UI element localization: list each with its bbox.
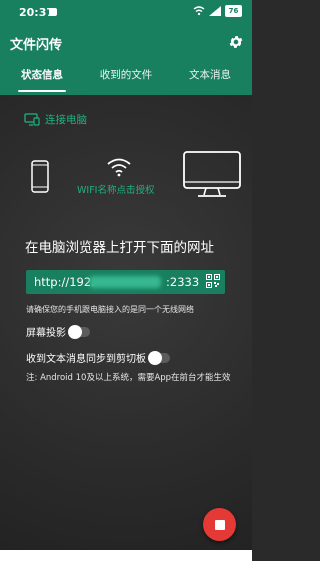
tab-bar: 状态信息 收到的文件 文本消息	[0, 62, 252, 92]
app-header: 20:37 76 文件闪传 状态信息 收到的文件 文本消息	[0, 0, 252, 95]
monitor-icon	[183, 151, 241, 197]
stop-button[interactable]	[203, 508, 236, 541]
wifi-status-icon	[193, 6, 205, 16]
phone-icon	[31, 160, 49, 193]
android-note: 注: Android 10及以上系统，需要App在前台才能生效	[26, 373, 231, 383]
clipboard-sync-toggle[interactable]	[148, 350, 170, 365]
tab-received-files[interactable]: 收到的文件	[84, 62, 168, 92]
url-bar[interactable]: http://192. :2333	[26, 270, 225, 294]
signal-icon	[209, 6, 221, 16]
instruction-headline: 在电脑浏览器上打开下面的网址	[25, 240, 214, 256]
clipboard-sync-label: 收到文本消息同步到剪切板	[26, 354, 146, 365]
url-redacted	[89, 276, 161, 288]
same-network-note: 请确保您的手机跟电脑接入的是同一个无线网络	[26, 305, 194, 314]
status-bar: 20:37 76	[0, 0, 252, 24]
notification-icon	[49, 8, 57, 16]
connect-computer-link[interactable]: 连接电脑	[24, 112, 87, 127]
toggle-knob	[68, 324, 82, 339]
app-title: 文件闪传	[10, 38, 63, 53]
screen-projection-row: 屏幕投影	[26, 324, 90, 339]
navigation-bar	[0, 550, 252, 561]
url-prefix: http://192.	[34, 275, 95, 289]
gear-icon[interactable]	[228, 34, 244, 50]
wifi-icon	[107, 158, 131, 177]
qr-code-icon[interactable]	[206, 274, 220, 288]
monitor-phone-icon	[24, 113, 40, 126]
stop-icon	[214, 519, 225, 530]
battery-indicator: 76	[225, 5, 242, 17]
url-port: :2333	[166, 275, 200, 289]
screen-projection-toggle[interactable]	[68, 324, 90, 339]
clipboard-sync-row: 收到文本消息同步到剪切板	[26, 350, 170, 365]
wifi-authorize-link[interactable]: WIFI名称点击授权	[77, 182, 187, 196]
toggle-knob	[148, 350, 162, 365]
tab-text-messages[interactable]: 文本消息	[168, 62, 252, 92]
screen-projection-label: 屏幕投影	[26, 328, 66, 339]
tab-status-info[interactable]: 状态信息	[0, 62, 84, 92]
connect-computer-label: 连接电脑	[45, 114, 87, 126]
status-icons: 76	[193, 5, 242, 17]
